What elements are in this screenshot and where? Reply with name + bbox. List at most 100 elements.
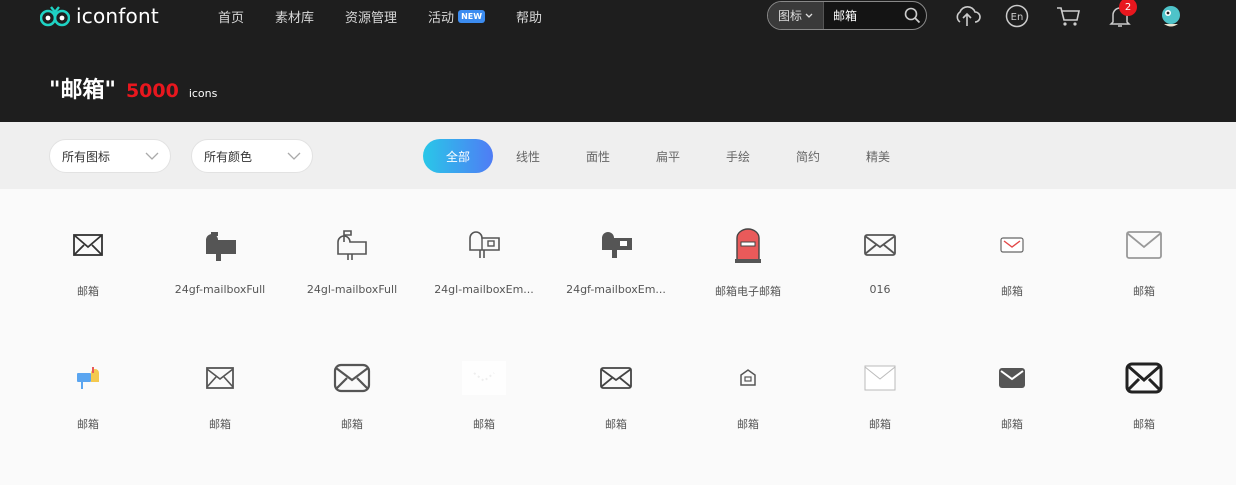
header-actions: En 2 bbox=[950, 0, 1190, 30]
icon-card[interactable]: 邮箱 bbox=[22, 322, 154, 442]
nav-label: 帮助 bbox=[516, 10, 543, 26]
envelope-icon bbox=[986, 358, 1038, 398]
tab-label: 精美 bbox=[865, 149, 890, 164]
envelope-icon bbox=[326, 358, 378, 398]
search-type-select[interactable]: 图标 bbox=[768, 2, 824, 29]
mailbox-icon bbox=[326, 225, 378, 265]
dropdown-value: 所有图标 bbox=[62, 149, 111, 164]
search-icon[interactable] bbox=[898, 7, 926, 24]
nav-label: 资源管理 bbox=[345, 10, 398, 26]
tab-simple[interactable]: 简约 bbox=[786, 139, 830, 173]
icon-label: 邮箱电子邮箱 bbox=[715, 285, 781, 298]
icon-card[interactable]: 邮箱 bbox=[1078, 189, 1210, 309]
icon-card[interactable]: 24gl-mailboxFull bbox=[286, 189, 418, 309]
chevron-down-icon bbox=[287, 152, 301, 160]
tab-label: 手绘 bbox=[725, 149, 750, 164]
nav-home[interactable]: 首页 bbox=[218, 6, 244, 26]
new-badge: NEW bbox=[458, 9, 486, 23]
icon-label: 邮箱 bbox=[1001, 285, 1023, 298]
svg-text:En: En bbox=[1011, 12, 1024, 23]
icon-card[interactable]: 邮箱 bbox=[22, 189, 154, 309]
icon-label: 邮箱 bbox=[605, 418, 627, 431]
envelope-icon bbox=[854, 225, 906, 265]
icon-card[interactable]: 邮箱 bbox=[682, 322, 814, 442]
search-bar: 图标 bbox=[767, 1, 927, 30]
search-input[interactable] bbox=[824, 8, 898, 23]
postbox-icon bbox=[722, 225, 774, 265]
icon-card[interactable]: 016 bbox=[814, 189, 946, 309]
icon-label: 邮箱 bbox=[1133, 285, 1155, 298]
color-type-dropdown[interactable]: 所有颜色 bbox=[191, 139, 313, 173]
logo-icon bbox=[39, 3, 71, 29]
icon-card[interactable]: 邮箱 bbox=[946, 189, 1078, 309]
tab-exquisite[interactable]: 精美 bbox=[856, 139, 900, 173]
tab-label: 面性 bbox=[585, 149, 610, 164]
mailbox-icon bbox=[194, 225, 246, 265]
logo[interactable]: iconfont bbox=[39, 2, 159, 30]
icon-label: 邮箱 bbox=[1001, 418, 1023, 431]
chevron-down-icon bbox=[145, 152, 159, 160]
chevron-down-icon bbox=[805, 13, 813, 18]
icon-label: 24gl-mailboxFull bbox=[306, 283, 398, 296]
cart-icon[interactable] bbox=[1053, 2, 1083, 30]
icon-label: 邮箱 bbox=[209, 418, 231, 431]
upload-icon[interactable] bbox=[952, 2, 982, 30]
icon-card[interactable]: 邮箱 bbox=[946, 322, 1078, 442]
dropdown-value: 所有颜色 bbox=[204, 149, 253, 164]
icon-label: 24gf-mailboxFull bbox=[174, 283, 266, 296]
envelope-icon bbox=[194, 358, 246, 398]
icon-card[interactable]: 邮箱 bbox=[418, 322, 550, 442]
icon-card[interactable]: 24gl-mailboxEm... bbox=[418, 189, 550, 309]
tab-handdrawn[interactable]: 手绘 bbox=[716, 139, 760, 173]
icon-card[interactable]: 邮箱 bbox=[1078, 322, 1210, 442]
nav-label: 素材库 bbox=[275, 10, 315, 26]
tab-flat[interactable]: 扁平 bbox=[646, 139, 690, 173]
tab-all[interactable]: 全部 bbox=[423, 139, 493, 173]
icon-label: 邮箱 bbox=[77, 418, 99, 431]
icon-type-dropdown[interactable]: 所有图标 bbox=[49, 139, 171, 173]
nav-label: 活动 bbox=[428, 10, 455, 26]
mailbox-icon bbox=[62, 358, 114, 398]
mailbox-icon bbox=[722, 358, 774, 398]
result-unit: icons bbox=[188, 87, 218, 100]
icon-label: 24gf-mailboxEm... bbox=[566, 283, 666, 296]
logo-text: iconfont bbox=[76, 4, 159, 28]
tab-label: 扁平 bbox=[655, 149, 680, 164]
envelope-icon bbox=[590, 358, 642, 398]
icon-label: 邮箱 bbox=[737, 418, 759, 431]
filter-bar: 所有图标 所有颜色 全部 线性 面性 扁平 手绘 简约 精美 bbox=[0, 122, 1236, 189]
nav-activities[interactable]: 活动 NEW bbox=[428, 6, 486, 26]
envelope-icon bbox=[458, 358, 510, 398]
bell-icon[interactable]: 2 bbox=[1105, 0, 1137, 30]
envelope-icon bbox=[1118, 225, 1170, 265]
mailbox-icon bbox=[590, 225, 642, 265]
icon-card[interactable]: 邮箱 bbox=[550, 322, 682, 442]
tab-fill[interactable]: 面性 bbox=[576, 139, 620, 173]
icon-card[interactable]: 邮箱 bbox=[814, 322, 946, 442]
icon-label: 邮箱 bbox=[341, 418, 363, 431]
tab-label: 简约 bbox=[795, 149, 820, 164]
mailbox-icon bbox=[458, 225, 510, 265]
language-en-icon[interactable]: En bbox=[1002, 2, 1032, 30]
nav-label: 首页 bbox=[218, 10, 245, 26]
icon-label: 邮箱 bbox=[473, 418, 495, 431]
nav-help[interactable]: 帮助 bbox=[516, 6, 542, 26]
icon-card[interactable]: 邮箱 bbox=[286, 322, 418, 442]
icon-card[interactable]: 邮箱电子邮箱 bbox=[682, 189, 814, 309]
icon-label: 24gl-mailboxEm... bbox=[434, 283, 534, 296]
tab-label: 全部 bbox=[445, 149, 470, 164]
nav-materials[interactable]: 素材库 bbox=[275, 6, 314, 26]
result-count: 5000 bbox=[125, 80, 179, 102]
search-type-label: 图标 bbox=[777, 9, 802, 23]
icon-card[interactable]: 24gf-mailboxFull bbox=[154, 189, 286, 309]
icon-label: 邮箱 bbox=[77, 285, 99, 298]
icon-card[interactable]: 邮箱 bbox=[154, 322, 286, 442]
envelope-icon bbox=[854, 358, 906, 398]
icon-label: 邮箱 bbox=[869, 418, 891, 431]
nav-resources[interactable]: 资源管理 bbox=[345, 6, 397, 26]
avatar[interactable] bbox=[1156, 2, 1186, 30]
icon-label: 邮箱 bbox=[1133, 418, 1155, 431]
query-title: "邮箱" bbox=[49, 78, 116, 103]
icon-card[interactable]: 24gf-mailboxEm... bbox=[550, 189, 682, 309]
tab-linear[interactable]: 线性 bbox=[506, 139, 550, 173]
